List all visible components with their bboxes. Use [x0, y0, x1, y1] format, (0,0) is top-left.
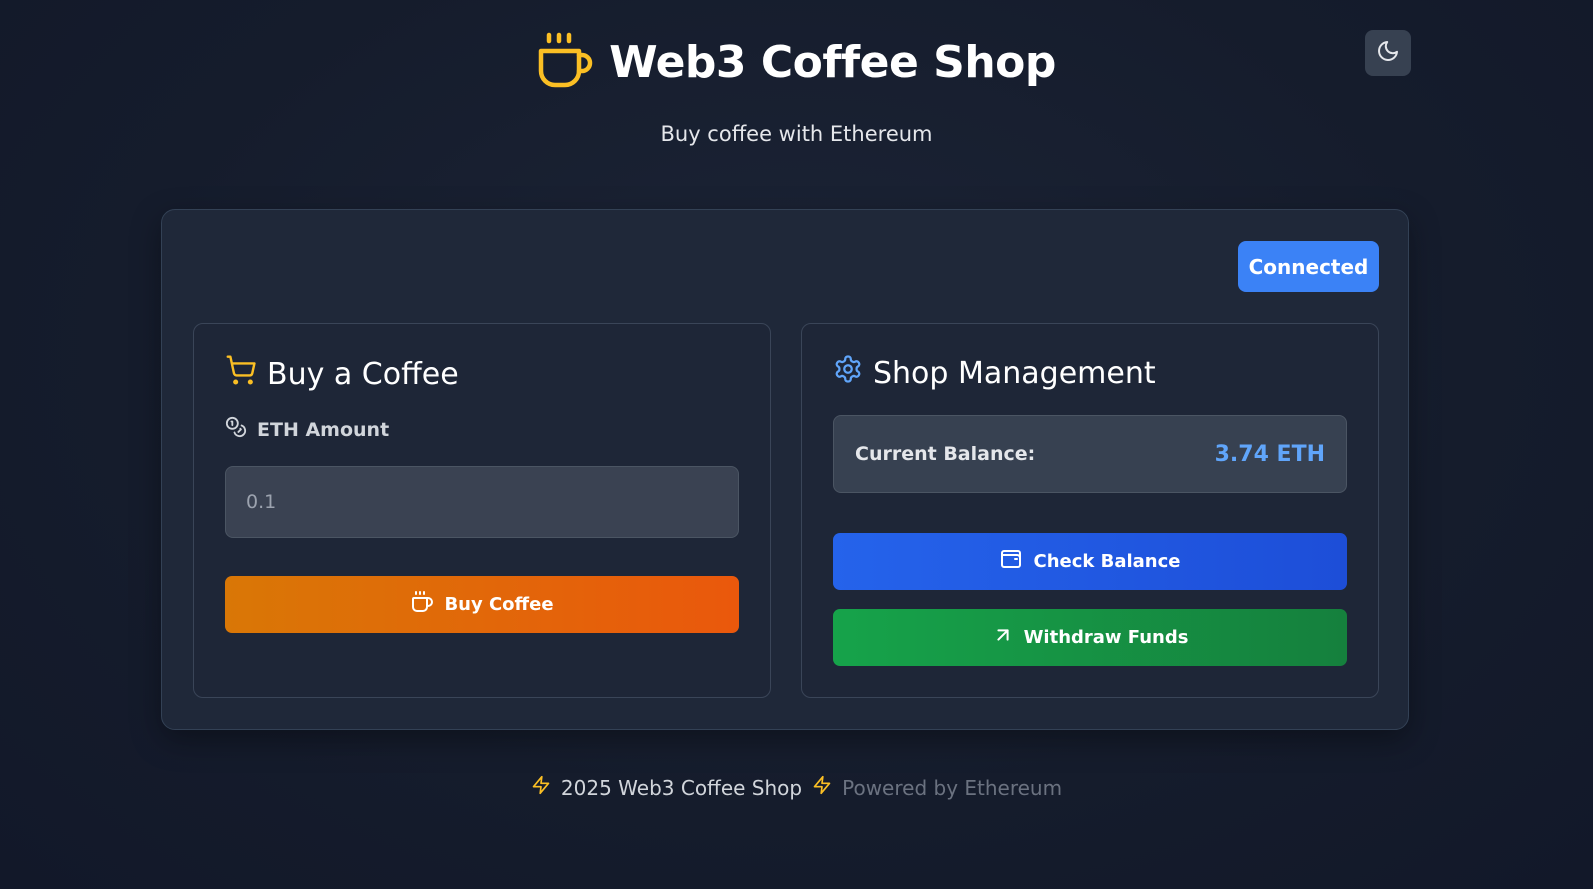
footer-copyright: 2025 Web3 Coffee Shop: [560, 775, 803, 800]
buy-coffee-panel: Buy a Coffee ETH Amount Buy Co: [193, 323, 771, 698]
coins-icon: [225, 416, 247, 443]
management-panel-title: Shop Management: [833, 354, 1156, 392]
wallet-icon: [999, 547, 1023, 576]
lightning-icon: [531, 774, 551, 801]
eth-amount-label: ETH Amount: [225, 416, 389, 443]
page-subtitle: Buy coffee with Ethereum: [660, 122, 933, 146]
coffee-icon: [410, 590, 434, 619]
lightning-icon: [812, 774, 832, 801]
footer-powered-by: Powered by Ethereum: [842, 775, 1063, 800]
title-row: Web3 Coffee Shop: [0, 28, 1593, 96]
buy-panel-title-text: Buy a Coffee: [267, 356, 459, 392]
buy-coffee-button[interactable]: Buy Coffee: [225, 576, 739, 633]
page-title: Web3 Coffee Shop: [609, 36, 1056, 88]
moon-icon: [1376, 39, 1400, 67]
page-header: Web3 Coffee Shop Buy coffee with Ethereu…: [0, 28, 1593, 146]
shop-management-panel: Shop Management Current Balance: 3.74 ET…: [801, 323, 1379, 698]
management-panel-title-text: Shop Management: [873, 355, 1156, 391]
withdraw-funds-button[interactable]: Withdraw Funds: [833, 609, 1347, 666]
buy-panel-title: Buy a Coffee: [225, 354, 459, 394]
buy-coffee-button-label: Buy Coffee: [444, 594, 554, 615]
eth-amount-label-text: ETH Amount: [257, 418, 390, 441]
eth-amount-input[interactable]: [225, 466, 739, 538]
main-card: Connected Buy a Coffee ETH Amount 0.1 Bu…: [161, 209, 1409, 730]
current-balance-box: Current Balance: 3.74 ETH: [833, 415, 1347, 493]
shopping-cart-icon: [225, 354, 257, 394]
check-balance-button-label: Check Balance: [1033, 551, 1181, 572]
balance-value: 3.74 ETH: [1214, 441, 1325, 467]
page-footer: 2025 Web3 Coffee Shop Powered by Ethereu…: [0, 774, 1593, 801]
coffee-cup-icon: [537, 31, 593, 93]
wallet-connected-button[interactable]: Connected: [1238, 241, 1379, 292]
gear-icon: [833, 354, 863, 392]
check-balance-button[interactable]: Check Balance: [833, 533, 1347, 590]
balance-label: Current Balance:: [855, 443, 1036, 465]
theme-toggle-button[interactable]: [1365, 30, 1411, 76]
withdraw-funds-button-label: Withdraw Funds: [1023, 627, 1189, 648]
arrow-up-right-icon: [992, 624, 1014, 651]
